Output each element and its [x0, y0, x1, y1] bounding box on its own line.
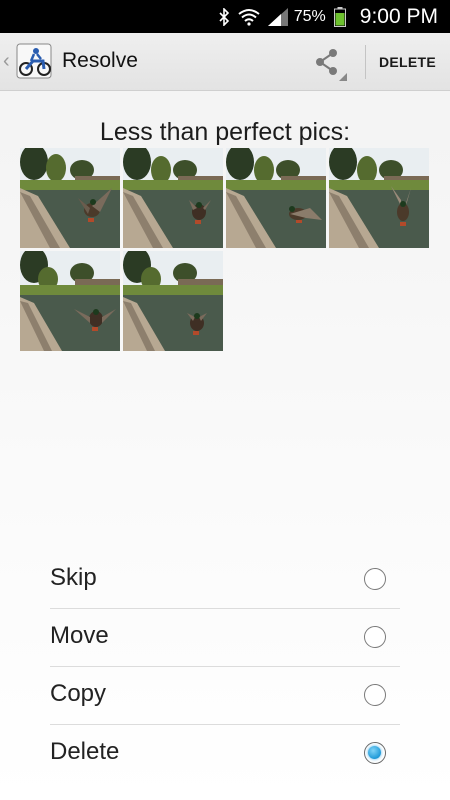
option-skip[interactable]: Skip	[50, 551, 400, 609]
resolve-options: Skip Move Copy Delete	[50, 551, 400, 783]
option-copy[interactable]: Copy	[50, 667, 400, 725]
move-radio[interactable]	[364, 626, 386, 648]
page-title: Resolve	[62, 49, 138, 72]
action-bar: ‹ Resolve DELETE	[0, 33, 450, 91]
copy-radio[interactable]	[364, 684, 386, 706]
duck-photo-1[interactable]	[20, 148, 120, 248]
duck-photo-2[interactable]	[123, 148, 223, 248]
delete-action-button[interactable]: DELETE	[370, 33, 445, 91]
option-label: Delete	[50, 738, 120, 765]
gallery-heading: Less than perfect pics:	[99, 118, 351, 146]
battery-percent: 75%	[293, 7, 326, 25]
delete-radio[interactable]	[364, 742, 386, 764]
dropdown-corner-icon	[339, 73, 347, 81]
signal-icon	[267, 7, 288, 26]
duck-photo-6[interactable]	[123, 251, 223, 351]
clock: 9:00 PM	[359, 4, 438, 28]
share-button[interactable]	[306, 41, 348, 83]
option-label: Copy	[50, 680, 107, 707]
option-label: Move	[50, 622, 109, 649]
duck-photo-5[interactable]	[20, 251, 120, 351]
skip-radio[interactable]	[364, 568, 386, 590]
duck-photo-3[interactable]	[226, 148, 326, 248]
back-chevron-icon[interactable]: ‹	[3, 49, 13, 73]
battery-icon	[333, 6, 346, 27]
share-icon	[316, 49, 337, 75]
radio-selected-dot	[368, 746, 381, 759]
app-logo-icon[interactable]	[15, 43, 55, 81]
duck-photo-4[interactable]	[329, 148, 429, 248]
wifi-icon	[238, 8, 260, 26]
option-delete[interactable]: Delete	[50, 725, 400, 783]
option-label: Skip	[50, 564, 97, 591]
option-move[interactable]: Move	[50, 609, 400, 667]
bluetooth-icon	[218, 7, 230, 26]
action-bar-divider	[365, 45, 366, 79]
status-bar: 75% 9:00 PM	[0, 0, 450, 33]
